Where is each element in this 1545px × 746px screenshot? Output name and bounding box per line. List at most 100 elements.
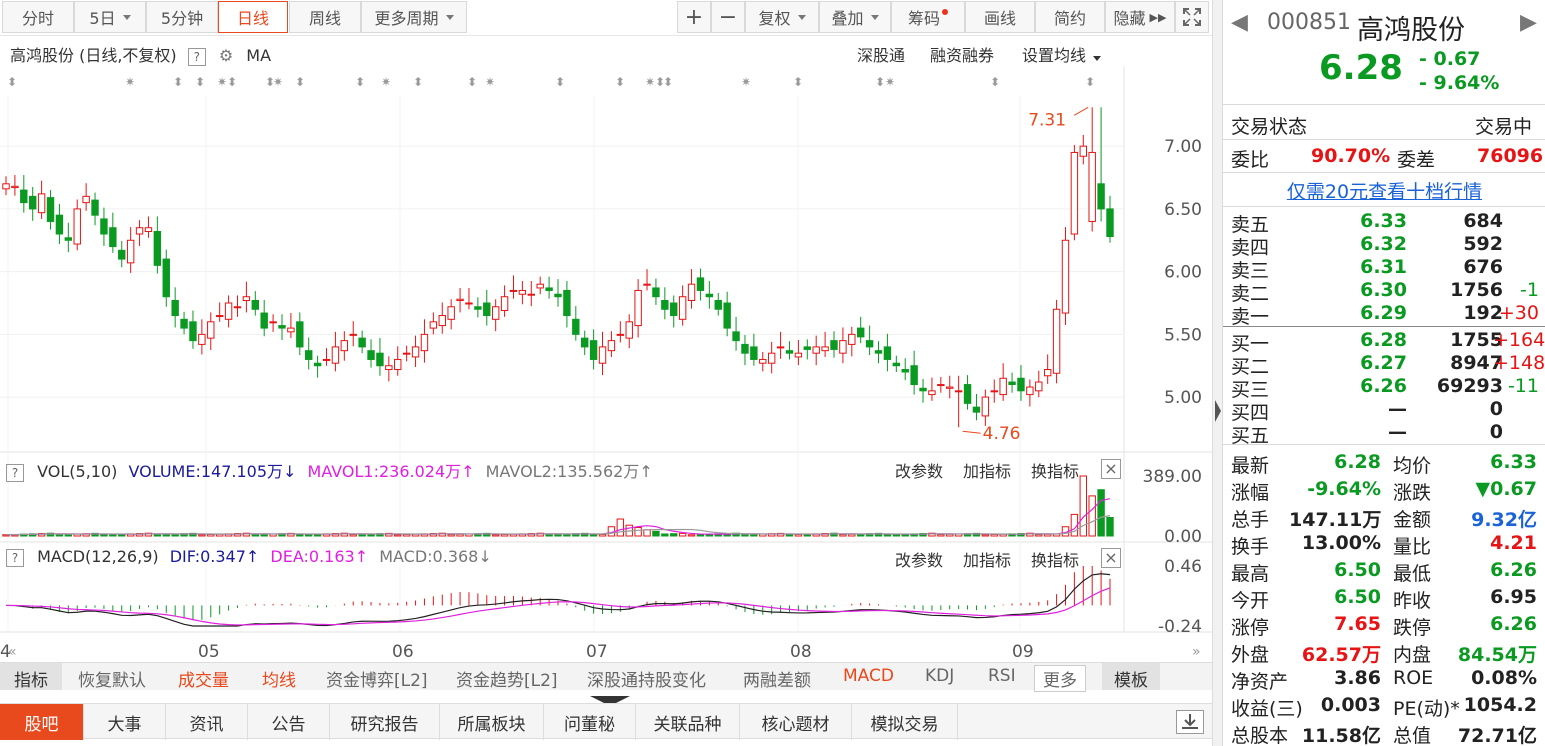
fullscreen-icon <box>1183 8 1201 26</box>
tab-related[interactable]: 关联品种 <box>636 704 740 740</box>
tab-ask-secretary[interactable]: 问董秘 <box>544 704 636 740</box>
tab-label: 问董秘 <box>564 714 615 735</box>
candle-body <box>11 185 19 189</box>
candle-body <box>1097 183 1105 210</box>
macd-tab[interactable]: MACD <box>843 666 894 686</box>
template-tab[interactable]: 模板 <box>1102 663 1160 691</box>
candle-body <box>358 337 366 348</box>
tab-intraday[interactable]: 分时 <box>2 1 74 33</box>
candle <box>759 351 767 372</box>
ma-tab[interactable]: 均线 <box>262 666 296 691</box>
margin-link[interactable]: 融资融券 <box>930 42 994 66</box>
close-icon[interactable]: × <box>1101 459 1121 479</box>
tab-core-themes[interactable]: 核心题材 <box>740 704 852 740</box>
candle-body <box>402 352 411 355</box>
help-icon[interactable]: ? <box>187 48 206 66</box>
indicator-menu[interactable]: 指标 <box>0 663 62 691</box>
volume-bar <box>500 533 509 537</box>
candle <box>803 339 811 360</box>
adjust-button[interactable]: 复权 <box>745 1 819 33</box>
candle <box>670 295 678 328</box>
vol-edit-params[interactable]: 改参数 <box>895 458 943 482</box>
y-tick-label: 5.00 <box>1164 388 1202 408</box>
gear-icon[interactable]: ⚙ <box>219 46 233 65</box>
candle-body <box>385 365 393 370</box>
diff-value: 76096 <box>1477 145 1544 167</box>
prev-stock-icon[interactable]: ◀ <box>1231 10 1248 35</box>
candle <box>20 175 28 213</box>
tab-events[interactable]: 大事 <box>84 704 166 740</box>
candle <box>652 278 660 305</box>
volume-bar <box>598 533 607 537</box>
tab-5min[interactable]: 5分钟 <box>146 1 218 33</box>
stat-label: 跌停 <box>1393 617 1432 639</box>
volume-bar <box>785 534 794 537</box>
fund-game-tab[interactable]: 资金博弈[L2] <box>326 666 428 691</box>
collapse-handle[interactable] <box>590 691 630 706</box>
candle <box>189 310 197 349</box>
stat-label: 涨幅 <box>1231 482 1270 504</box>
vol-add-indicator[interactable]: 加指标 <box>963 458 1011 482</box>
volume-bars <box>2 475 1114 537</box>
tab-guba[interactable]: 股吧 <box>0 704 84 740</box>
stat-label: ROE <box>1393 667 1434 689</box>
close-icon[interactable]: × <box>1101 548 1121 568</box>
candle <box>385 356 393 382</box>
sgt-link[interactable]: 深股通 <box>857 42 905 66</box>
volume-bar <box>207 533 215 537</box>
zoom-out-button[interactable]: − <box>711 1 745 33</box>
hide-button[interactable]: 隐藏 ▶▶ <box>1105 1 1175 33</box>
candle-body <box>420 333 429 352</box>
candle-body <box>1026 386 1034 396</box>
help-icon[interactable]: ? <box>6 549 24 567</box>
macd-add-indicator[interactable]: 加指标 <box>963 547 1011 571</box>
candle-body <box>100 218 108 235</box>
ask-price: 6.29 <box>1360 302 1407 324</box>
volume-bar <box>794 533 803 537</box>
candle <box>376 338 384 376</box>
candle <box>661 287 669 320</box>
fund-trend-tab[interactable]: 资金趋势[L2] <box>456 666 558 691</box>
macd-edit-params[interactable]: 改参数 <box>895 547 943 571</box>
tab-more-periods[interactable]: 更多周期 <box>361 1 467 33</box>
tab-news[interactable]: 资讯 <box>166 704 248 740</box>
rsi-tab[interactable]: RSI <box>988 666 1016 686</box>
margin-diff-tab[interactable]: 两融差额 <box>743 666 811 691</box>
fullscreen-button[interactable] <box>1175 1 1209 33</box>
overlay-button[interactable]: 叠加 <box>819 1 891 33</box>
candle-body <box>55 214 64 235</box>
sgt-holding-tab[interactable]: 深股通持股变化 <box>587 666 706 691</box>
simple-button[interactable]: 简约 <box>1035 1 1105 33</box>
macd-switch-indicator[interactable]: 换指标 <box>1031 547 1079 571</box>
price-chart[interactable]: ⬍ ✷ ⬍ ⬍ ✷ ⬍ ⬍✷ ⬍ ⬍ ✷ ⬍ ⬍ ✷ ⬍ ⬍ ✷ ⬍⬍ ✷ ⬍ ⬍ ✷ ⬍ ⬍ 7.314.76 7.006… <box>0 66 1212 662</box>
tab-sectors[interactable]: 所属板块 <box>440 704 544 740</box>
candle-body <box>491 306 500 320</box>
next-stock-icon[interactable]: ▶ <box>1520 10 1537 35</box>
zoom-in-button[interactable]: + <box>677 1 711 33</box>
kdj-tab[interactable]: KDJ <box>925 666 954 686</box>
tab-daily[interactable]: 日线 <box>218 1 288 33</box>
tab-sim-trade[interactable]: 模拟交易 <box>852 704 958 740</box>
panel-splitter[interactable] <box>1212 0 1222 746</box>
ask-change: +30 <box>1498 302 1539 324</box>
candle-body <box>598 346 607 364</box>
level2-promo-link[interactable]: 仅需20元查看十档行情 <box>1223 177 1545 204</box>
candle-body <box>376 352 384 367</box>
volume-tab[interactable]: 成交量 <box>178 666 229 691</box>
tab-research[interactable]: 研究报告 <box>330 704 440 740</box>
tab-announcements[interactable]: 公告 <box>248 704 330 740</box>
bid-price: — <box>1388 421 1407 443</box>
tool-label: 画线 <box>983 9 1016 28</box>
ma-settings-link[interactable]: 设置均线 <box>1022 42 1102 66</box>
vol-switch-indicator[interactable]: 换指标 <box>1031 458 1079 482</box>
chip-button[interactable]: 筹码 <box>891 1 965 33</box>
restore-default-tab[interactable]: 恢复默认 <box>78 666 146 691</box>
mavol2-value: MAVOL2:135.562万 <box>485 462 640 481</box>
stat-value: 6.26 <box>1490 613 1537 635</box>
more-tab[interactable]: 更多 <box>1034 665 1086 692</box>
download-button[interactable] <box>1176 710 1204 734</box>
tab-weekly[interactable]: 周线 <box>289 1 361 33</box>
tab-5day[interactable]: 5日 <box>74 1 146 33</box>
help-icon[interactable]: ? <box>6 464 24 482</box>
draw-button[interactable]: 画线 <box>965 1 1035 33</box>
